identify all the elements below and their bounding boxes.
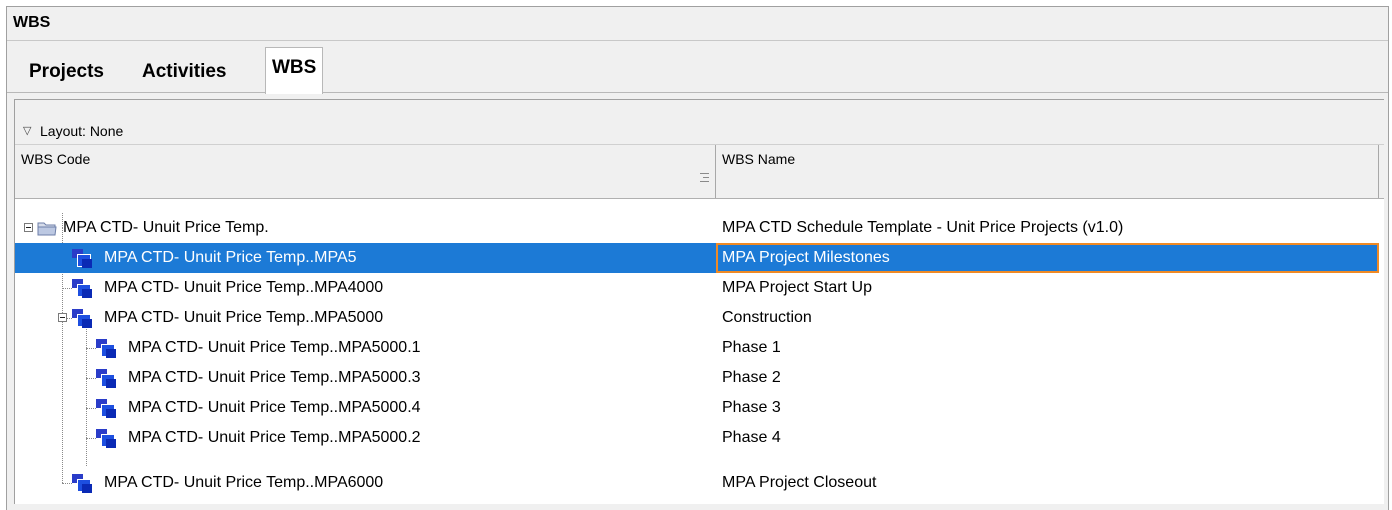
table-row[interactable]: MPA CTD- Unuit Price Temp..MPA5000.4 Pha… <box>15 393 1379 423</box>
collapse-toggle[interactable] <box>58 313 67 322</box>
table-row[interactable]: MPA CTD- Unuit Price Temp..MPA5000.2 Pha… <box>15 423 1379 453</box>
wbs-name-cell[interactable]: MPA Project Start Up <box>716 273 1379 303</box>
wbs-code-cell: MPA CTD- Unuit Price Temp..MPA6000 <box>104 474 384 491</box>
wbs-code-cell: MPA CTD- Unuit Price Temp. <box>63 219 269 236</box>
wbs-name-cell[interactable]: MPA Project Closeout <box>716 468 1379 498</box>
sort-icon[interactable] <box>700 173 709 183</box>
column-header-wbs-code-label: WBS Code <box>21 151 91 167</box>
wbs-name-cell[interactable]: Phase 4 <box>716 423 1379 453</box>
grid-header: WBS Code WBS Name <box>15 145 1384 199</box>
tab-strip: Projects Activities WBS <box>7 41 1388 97</box>
column-header-wbs-name-label: WBS Name <box>722 151 796 167</box>
wbs-code-cell: MPA CTD- Unuit Price Temp..MPA5000 <box>104 309 384 326</box>
column-header-wbs-name[interactable]: WBS Name <box>716 145 1379 198</box>
table-row[interactable]: MPA CTD- Unuit Price Temp..MPA6000 MPA P… <box>15 468 1379 498</box>
chevron-down-icon[interactable]: ▽ <box>23 119 31 144</box>
table-row[interactable]: MPA CTD- Unuit Price Temp..MPA5 MPA Proj… <box>15 243 1379 273</box>
panel-top-bar <box>15 100 1384 120</box>
wbs-name-cell[interactable]: MPA CTD Schedule Template - Unit Price P… <box>716 213 1379 243</box>
wbs-name-cell[interactable]: Phase 3 <box>716 393 1379 423</box>
tab-activities[interactable]: Activities <box>136 51 232 92</box>
wbs-grid-panel: ▽ Layout: None WBS Code WBS Name MPA CTD… <box>14 99 1384 504</box>
column-header-wbs-code[interactable]: WBS Code <box>15 145 716 198</box>
layout-bar[interactable]: ▽ Layout: None <box>15 119 1384 145</box>
wbs-code-cell: MPA CTD- Unuit Price Temp..MPA5000.2 <box>128 429 421 446</box>
wbs-node-icon <box>72 309 93 328</box>
wbs-node-icon <box>96 369 117 388</box>
table-row[interactable]: MPA CTD- Unuit Price Temp. MPA CTD Sched… <box>15 213 1379 243</box>
wbs-node-icon <box>96 399 117 418</box>
wbs-name-cell[interactable]: Phase 2 <box>716 363 1379 393</box>
wbs-code-cell: MPA CTD- Unuit Price Temp..MPA5000.1 <box>128 339 421 356</box>
wbs-code-cell: MPA CTD- Unuit Price Temp..MPA4000 <box>104 279 384 296</box>
layout-label: Layout: None <box>40 123 124 139</box>
wbs-node-icon <box>96 339 117 358</box>
wbs-node-icon <box>96 429 117 448</box>
wbs-node-icon <box>72 249 93 268</box>
wbs-code-cell: MPA CTD- Unuit Price Temp..MPA5000.3 <box>128 369 421 386</box>
table-row[interactable]: MPA CTD- Unuit Price Temp..MPA5000.3 Pha… <box>15 363 1379 393</box>
wbs-node-icon <box>72 474 93 493</box>
table-row[interactable]: MPA CTD- Unuit Price Temp..MPA5000 Const… <box>15 303 1379 333</box>
tab-projects[interactable]: Projects <box>23 51 110 92</box>
wbs-code-cell: MPA CTD- Unuit Price Temp..MPA5000.4 <box>128 399 421 416</box>
collapse-toggle[interactable] <box>24 223 33 232</box>
wbs-name-cell[interactable]: Construction <box>716 303 1379 333</box>
tab-strip-divider <box>7 92 1388 93</box>
title-bar: WBS <box>7 7 1388 41</box>
table-row[interactable]: MPA CTD- Unuit Price Temp..MPA4000 MPA P… <box>15 273 1379 303</box>
wbs-name-cell[interactable]: Phase 1 <box>716 333 1379 363</box>
window-title: WBS <box>13 14 51 31</box>
wbs-code-cell: MPA CTD- Unuit Price Temp..MPA5 <box>104 249 357 266</box>
wbs-node-icon <box>72 279 93 298</box>
tab-wbs[interactable]: WBS <box>265 47 324 94</box>
folder-icon <box>37 222 57 236</box>
table-row[interactable]: MPA CTD- Unuit Price Temp..MPA5000.1 Pha… <box>15 333 1379 363</box>
wbs-name-cell[interactable]: MPA Project Milestones <box>716 243 1379 273</box>
